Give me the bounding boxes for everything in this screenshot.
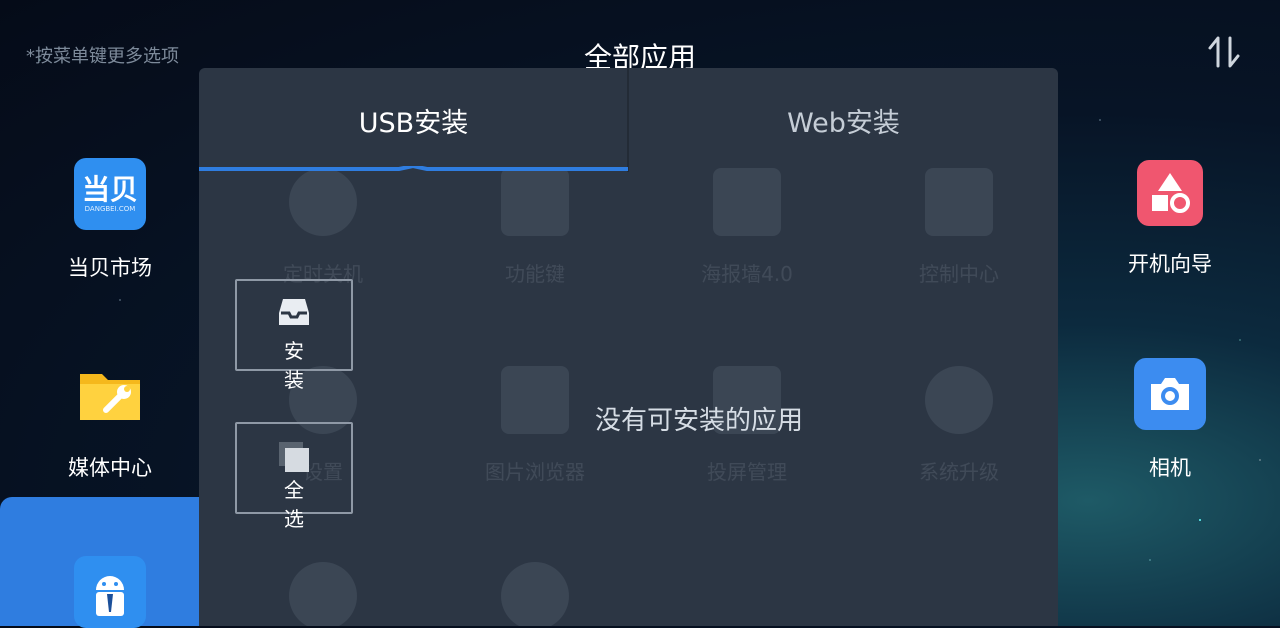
background-app (243, 562, 403, 626)
install-label: 安 装 (284, 339, 322, 392)
tab-usb-install[interactable]: USB安装 (199, 68, 628, 172)
android-app-icon (74, 556, 146, 628)
app-camera[interactable]: 相机 (1100, 358, 1240, 482)
install-tabs: USB安装 Web安装 (199, 68, 1058, 172)
background-app: 功能键 (455, 168, 615, 287)
app-media-center[interactable]: 媒体中心 (40, 358, 180, 482)
select-all-label: 全 选 (284, 478, 322, 531)
app-label: 媒体中心 (68, 456, 152, 480)
background-app: 系统升级 (879, 366, 1039, 485)
select-all-icon (277, 440, 311, 472)
install-tray-icon (277, 297, 311, 327)
select-all-button[interactable]: 全 选 (235, 422, 353, 531)
app-android-installer[interactable] (40, 556, 180, 628)
background-app (455, 562, 615, 626)
sort-arrows-icon[interactable] (1206, 34, 1242, 70)
background-app: 定时关机 (243, 168, 403, 287)
folder-wrench-icon (74, 358, 146, 430)
install-dialog: 定时关机 功能键 海报墙4.0 控制中心 设置 图片浏览器 投屏管理 系统升级 … (199, 68, 1058, 626)
shapes-icon (1137, 160, 1203, 226)
background-app: 控制中心 (879, 168, 1039, 287)
camera-icon (1134, 358, 1206, 430)
app-label: 开机向导 (1128, 252, 1212, 276)
app-dangbei-market[interactable]: 当贝 DANGBEI.COM 当贝市场 (40, 158, 180, 282)
active-tab-indicator (199, 166, 628, 171)
background-app: 海报墙4.0 (667, 168, 827, 287)
tab-web-install[interactable]: Web安装 (629, 68, 1058, 172)
install-button[interactable]: 安 装 (235, 279, 353, 392)
app-boot-wizard[interactable]: 开机向导 (1100, 160, 1240, 278)
dangbei-market-icon: 当贝 DANGBEI.COM (74, 158, 146, 230)
empty-state-message: 没有可安装的应用 (594, 406, 803, 436)
app-label: 相机 (1149, 456, 1191, 480)
app-label: 当贝市场 (68, 256, 152, 280)
